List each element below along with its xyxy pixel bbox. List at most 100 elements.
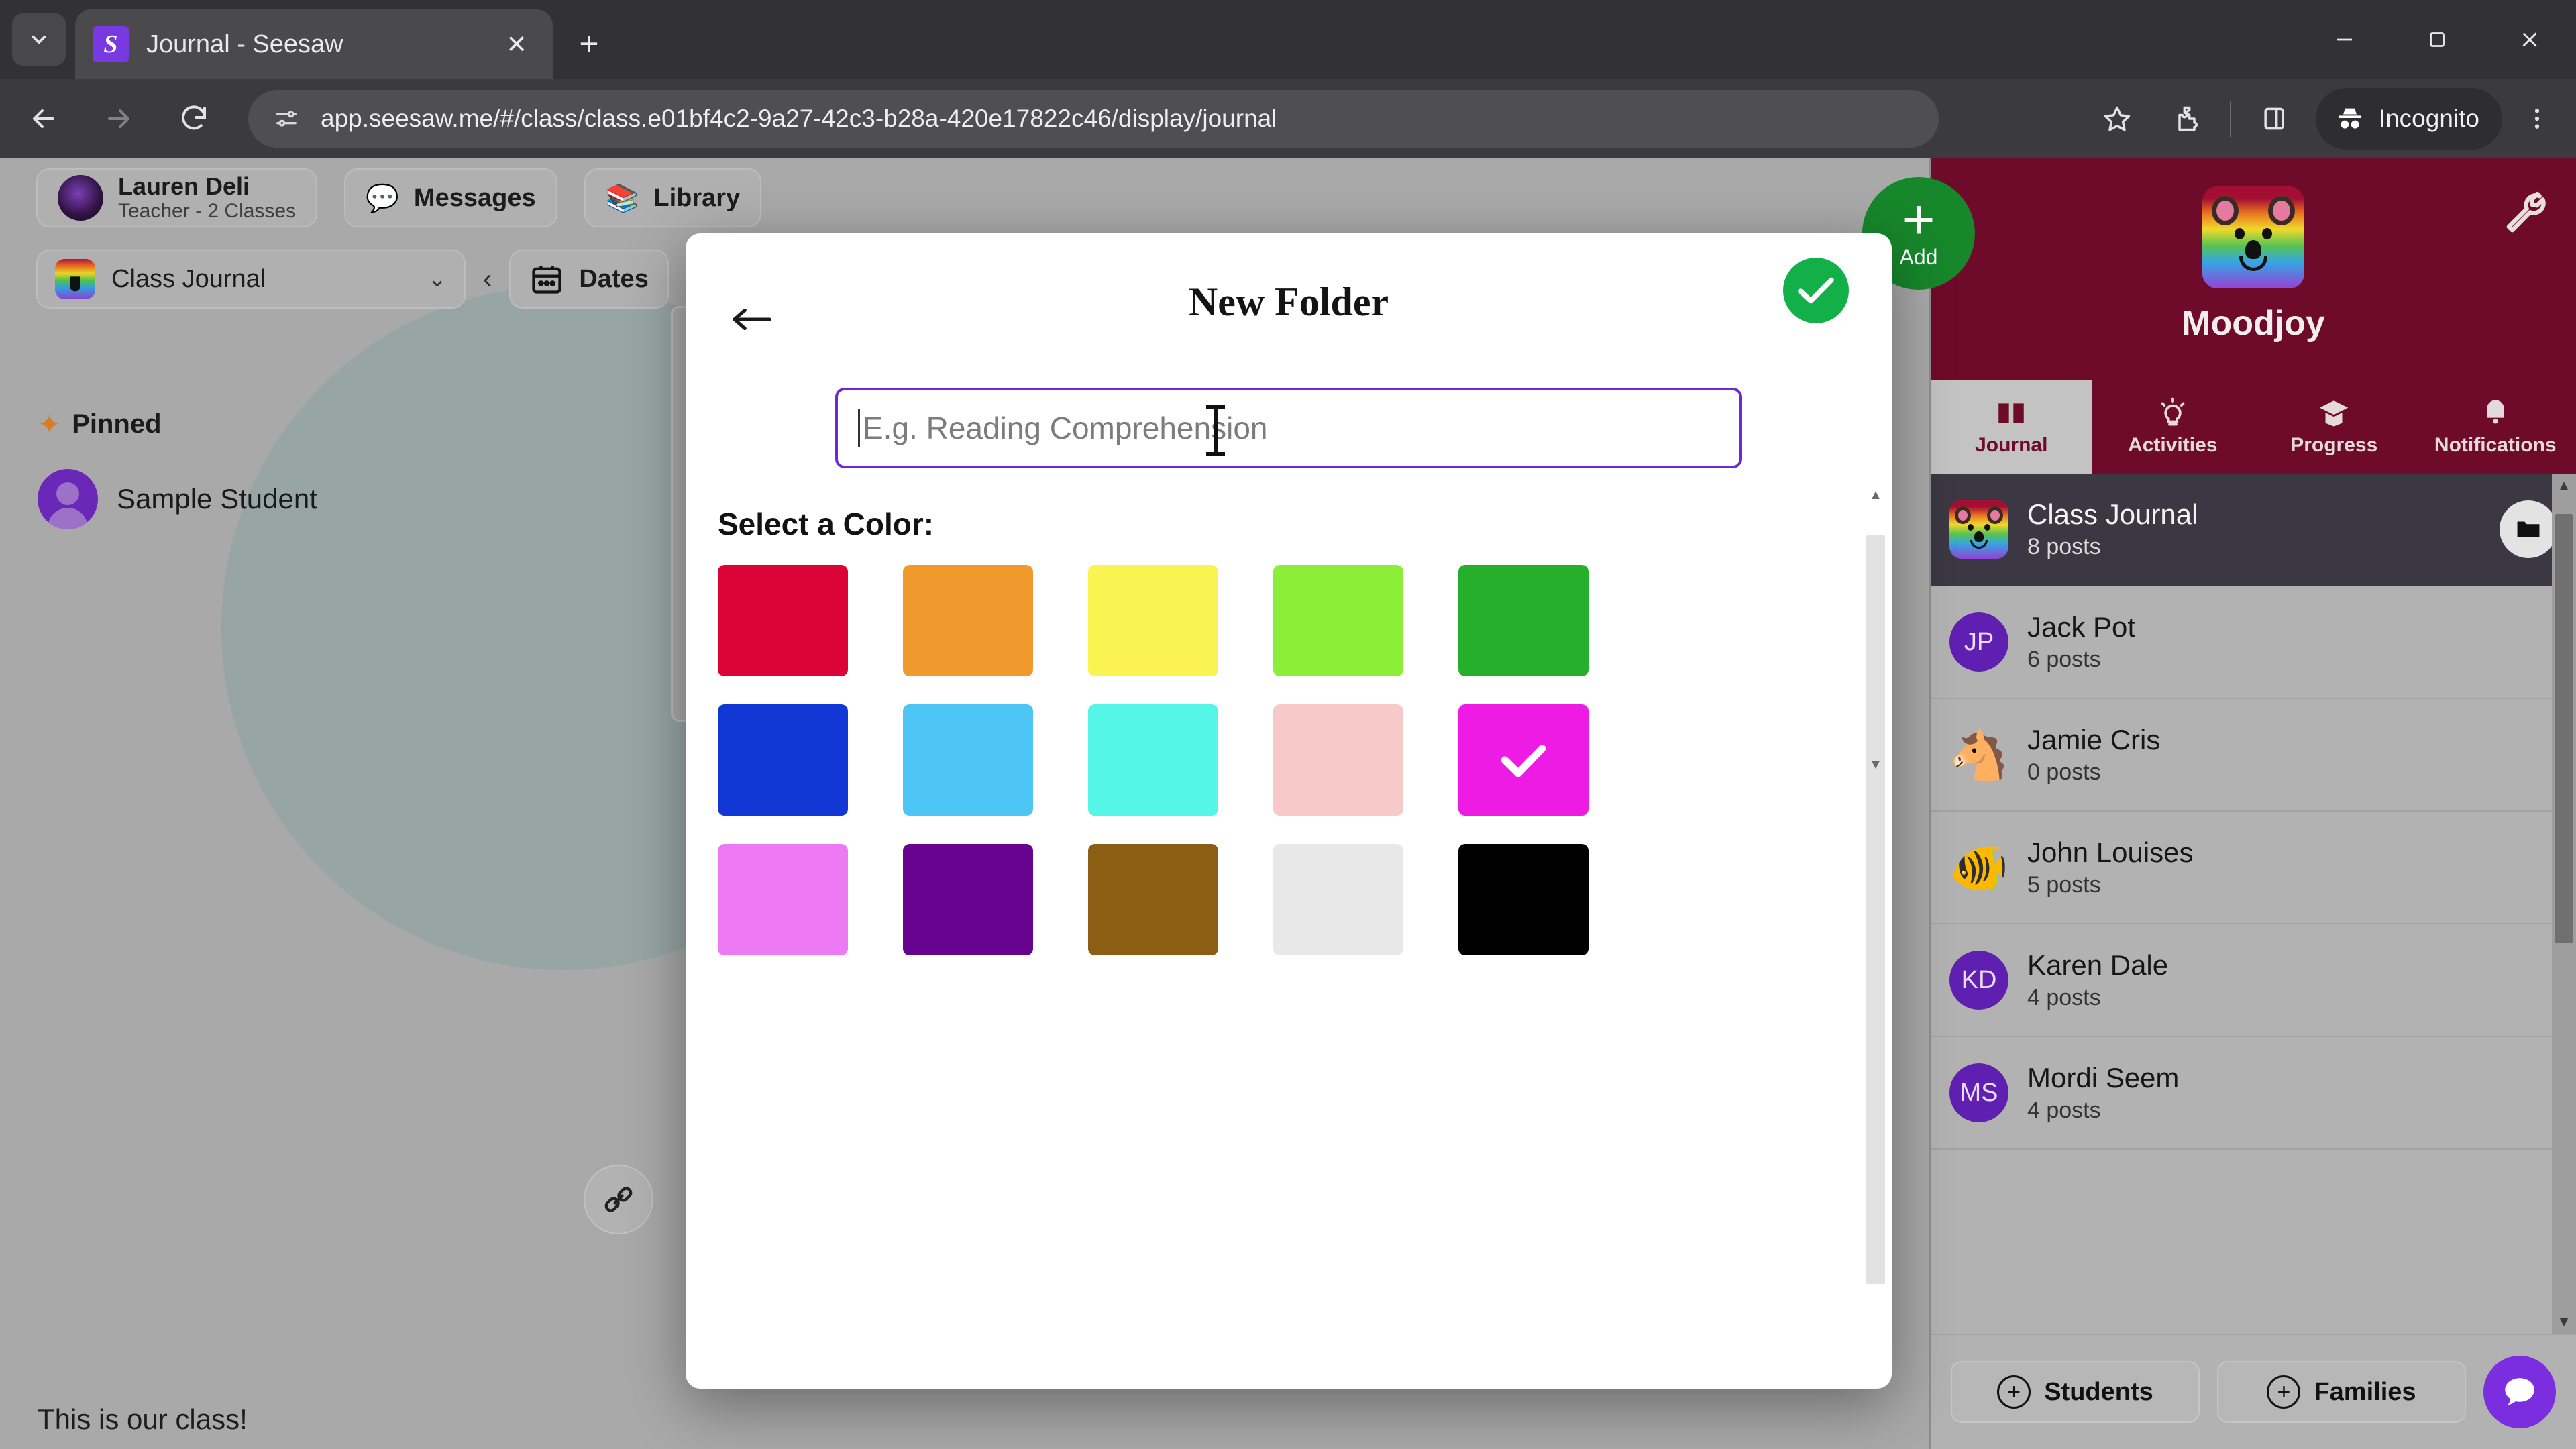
list-item[interactable]: KD Karen Dale 4 posts — [1931, 924, 2576, 1037]
browser-toolbar: app.seesaw.me/#/class/class.e01bf4c2-9a2… — [0, 79, 2576, 158]
class-journal-selector[interactable]: Class Journal ⌄ — [36, 250, 466, 309]
window-close-button[interactable] — [2483, 0, 2576, 79]
side-panel-icon — [2264, 107, 2284, 130]
browser-tab[interactable]: S Journal - Seesaw ✕ — [75, 9, 553, 79]
list-item[interactable]: 🐴 Jamie Cris 0 posts — [1931, 699, 2576, 812]
back-button[interactable] — [12, 87, 75, 150]
save-button[interactable] — [1783, 258, 1849, 323]
plus-icon: + — [1902, 187, 1935, 251]
wrench-icon[interactable] — [2498, 186, 2549, 237]
maximize-button[interactable] — [2391, 0, 2483, 79]
dialog-scrollbar[interactable]: ▲ ▼ — [1865, 487, 1886, 1284]
color-swatch-purple[interactable] — [903, 844, 1033, 955]
new-folder-dialog: New Folder E.g. Reading Comprehension Se… — [686, 233, 1892, 1389]
list-item-posts: 5 posts — [2027, 872, 2101, 898]
calendar-icon — [532, 266, 561, 294]
side-panel-button[interactable] — [2243, 88, 2305, 150]
incognito-indicator[interactable]: Incognito — [2315, 88, 2502, 150]
tune-settings-icon — [276, 111, 297, 127]
dialog-body: E.g. Reading Comprehension Select a Colo… — [686, 388, 1892, 1284]
sidebar-scrollbar[interactable]: ▲ ▼ — [2552, 474, 2576, 1334]
library-button[interactable]: 📚 Library — [584, 168, 762, 227]
plus-icon: + — [1997, 1375, 2031, 1409]
list-item-name: John Louises — [2027, 837, 2194, 869]
messages-button[interactable]: 💬 Messages — [344, 168, 557, 227]
color-swatch-orange[interactable] — [903, 565, 1033, 676]
teacher-name: Lauren Deli — [118, 172, 250, 201]
back-button[interactable] — [724, 292, 778, 346]
color-swatch-brown[interactable] — [1088, 844, 1218, 955]
browser-menu-button[interactable] — [2509, 88, 2565, 150]
color-swatch-violet[interactable] — [718, 844, 848, 955]
tab-search-chevron-button[interactable] — [12, 13, 66, 66]
chevron-left-icon[interactable]: ‹ — [483, 264, 492, 294]
reload-button[interactable] — [162, 87, 225, 150]
bell-icon — [2486, 400, 2504, 424]
rainbow-bear-icon — [1949, 500, 2008, 559]
mouse-text-cursor — [1206, 405, 1225, 456]
link-chain-icon — [604, 1187, 633, 1212]
page-viewport: Lauren Deli Teacher - 2 Classes 💬 Messag… — [0, 158, 2576, 1449]
triangle-up-icon[interactable]: ▲ — [1868, 487, 1884, 503]
add-students-label: Students — [2044, 1377, 2153, 1406]
new-folder-button[interactable] — [2500, 500, 2557, 558]
forward-button[interactable] — [87, 87, 150, 150]
color-swatch-pink[interactable] — [1273, 704, 1403, 816]
list-item[interactable]: MS Mordi Seem 4 posts — [1931, 1037, 2576, 1150]
maximize-icon — [2430, 32, 2445, 47]
bookmark-button[interactable] — [2086, 88, 2148, 150]
color-swatch-blue[interactable] — [718, 704, 848, 816]
list-item[interactable]: Class Journal 8 posts — [1931, 474, 2576, 586]
add-families-button[interactable]: + Families — [2217, 1361, 2466, 1423]
tab-journal[interactable]: Journal — [1931, 380, 2092, 474]
color-swatch-yellow[interactable] — [1088, 565, 1218, 676]
dialog-header: New Folder — [686, 233, 1892, 353]
triangle-down-icon[interactable]: ▼ — [2552, 1309, 2576, 1334]
plus-icon[interactable]: + — [567, 21, 611, 66]
pinned-label: Pinned — [72, 409, 162, 439]
list-item-posts: 4 posts — [2027, 985, 2101, 1011]
copy-link-button[interactable] — [584, 1165, 653, 1234]
triangle-down-icon[interactable]: ▼ — [1868, 757, 1884, 773]
tab-notifications[interactable]: Notifications — [2415, 380, 2576, 474]
color-swatch-light-gray[interactable] — [1273, 844, 1403, 955]
avatar — [58, 175, 103, 221]
scrollbar-thumb[interactable] — [2555, 514, 2573, 943]
dates-filter-button[interactable]: Dates — [509, 250, 669, 309]
color-swatch-red[interactable] — [718, 565, 848, 676]
color-swatch-black[interactable] — [1458, 844, 1589, 955]
speech-bubbles-icon: 💬 — [366, 183, 399, 213]
color-swatch-light-blue[interactable] — [903, 704, 1033, 816]
list-item[interactable]: Sample Student — [38, 469, 317, 529]
lightbulb-icon — [2161, 397, 2185, 426]
class-caption: This is our class! — [38, 1403, 248, 1435]
color-swatch-lime[interactable] — [1273, 565, 1403, 676]
list-item[interactable]: JP Jack Pot 6 posts — [1931, 586, 2576, 699]
tab-progress[interactable]: Progress — [2253, 380, 2415, 474]
color-swatch-green[interactable] — [1458, 565, 1589, 676]
close-icon[interactable]: ✕ — [498, 25, 535, 63]
address-bar[interactable]: app.seesaw.me/#/class/class.e01bf4c2-9a2… — [248, 90, 1939, 148]
folder-name-input[interactable]: E.g. Reading Comprehension — [835, 388, 1742, 468]
color-swatch-magenta[interactable] — [1458, 704, 1589, 816]
site-settings-button[interactable] — [264, 97, 309, 141]
minimize-button[interactable] — [2298, 0, 2391, 79]
list-item[interactable]: 🐠 John Louises 5 posts — [1931, 812, 2576, 924]
tab-activities[interactable]: Activities — [2092, 380, 2254, 474]
window-controls — [2298, 0, 2576, 79]
three-dot-menu-icon — [2534, 109, 2540, 129]
add-students-button[interactable]: + Students — [1951, 1361, 2200, 1423]
color-swatch-cyan[interactable] — [1088, 704, 1218, 816]
avatar — [38, 469, 98, 529]
chat-support-button[interactable] — [2483, 1356, 2556, 1428]
triangle-up-icon[interactable]: ▲ — [2552, 474, 2576, 498]
books-icon: 📚 — [605, 183, 639, 213]
tab-title: Journal - Seesaw — [146, 30, 343, 58]
scrollbar-thumb[interactable] — [1866, 535, 1885, 1284]
horse-emoji-avatar: 🐴 — [1949, 728, 2009, 782]
teacher-profile-chip[interactable]: Lauren Deli Teacher - 2 Classes — [36, 168, 318, 227]
add-families-label: Families — [2314, 1377, 2416, 1406]
folder-name-placeholder: E.g. Reading Comprehension — [863, 411, 1268, 445]
reload-icon — [182, 105, 206, 130]
extensions-button[interactable] — [2156, 88, 2218, 150]
